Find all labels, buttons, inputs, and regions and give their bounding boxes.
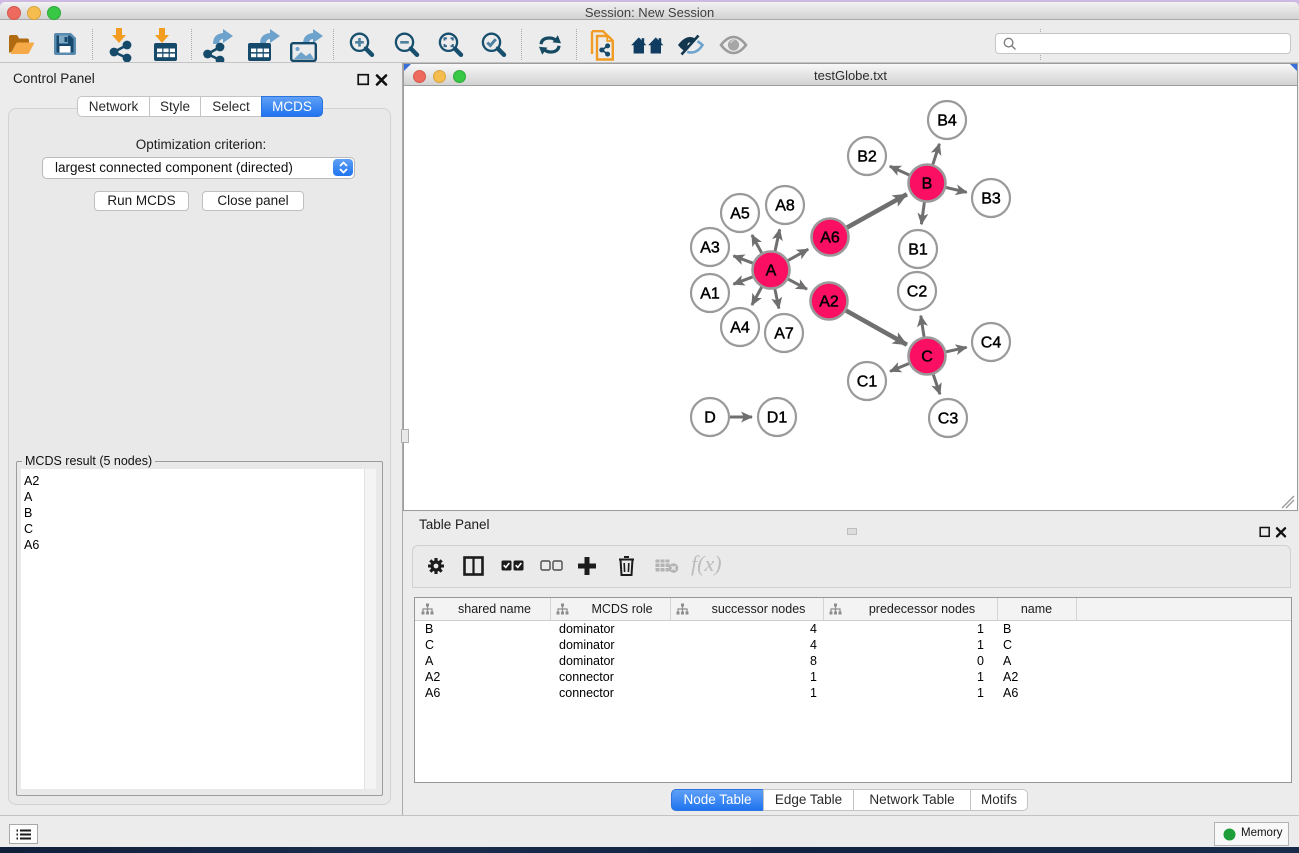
svg-text:C4: C4 [981,335,1002,352]
svg-text:A8: A8 [775,198,795,215]
svg-text:B2: B2 [857,149,877,166]
svg-text:A1: A1 [700,286,720,303]
svg-text:A: A [766,263,777,280]
svg-text:B4: B4 [937,113,957,130]
svg-text:C3: C3 [938,411,959,428]
svg-text:B1: B1 [908,242,928,259]
svg-text:B3: B3 [981,191,1001,208]
svg-text:A6: A6 [820,230,840,247]
svg-text:A5: A5 [730,206,750,223]
svg-text:C: C [921,349,933,366]
svg-text:A4: A4 [730,320,750,337]
svg-text:C1: C1 [857,374,878,391]
svg-text:C2: C2 [907,284,928,301]
svg-text:A2: A2 [819,294,839,311]
svg-text:A3: A3 [700,240,720,257]
svg-text:B: B [922,176,933,193]
svg-text:D1: D1 [767,410,788,427]
svg-text:D: D [704,410,716,427]
svg-text:A7: A7 [774,326,794,343]
